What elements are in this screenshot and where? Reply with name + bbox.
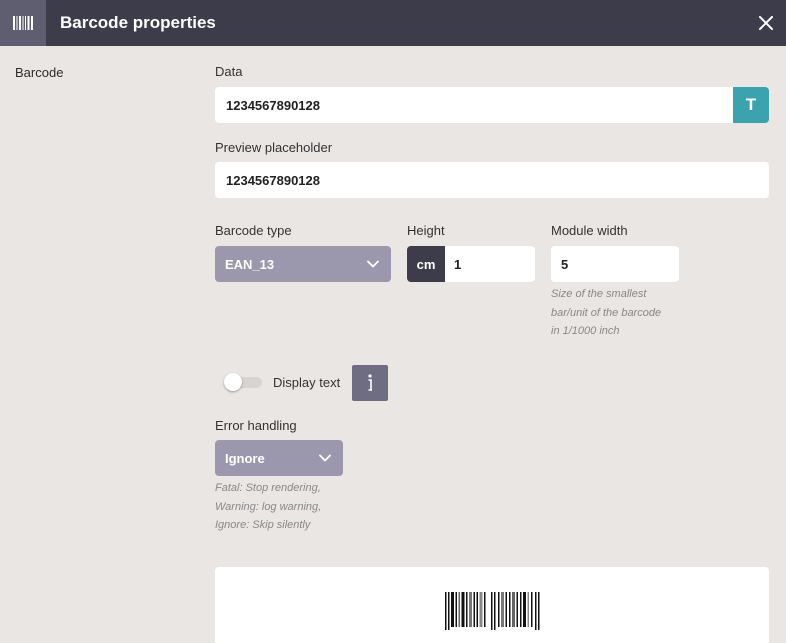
info-icon[interactable]	[352, 365, 388, 401]
barcode-icon	[0, 0, 46, 46]
insert-text-button[interactable]: T	[733, 87, 769, 123]
barcode-preview	[215, 567, 769, 643]
barcode-type-value: EAN_13	[225, 256, 275, 272]
display-text-toggle[interactable]	[224, 373, 262, 391]
module-width-hint: Size of the smallest bar/unit of the bar…	[551, 288, 662, 337]
chevron-down-icon	[367, 260, 379, 268]
module-width-label: Module width	[551, 223, 628, 238]
dialog-header: Barcode properties	[0, 0, 786, 46]
close-icon[interactable]	[754, 11, 778, 35]
section-label-barcode: Barcode	[15, 65, 64, 80]
error-handling-hint: Fatal: Stop rendering, Warning: log warn…	[215, 482, 322, 531]
height-input[interactable]: 1	[445, 246, 535, 282]
height-unit-button[interactable]: cm	[407, 246, 445, 282]
dialog-title: Barcode properties	[60, 13, 216, 32]
height-label: Height	[407, 223, 445, 238]
error-handling-select[interactable]: Ignore	[215, 440, 343, 476]
preview-placeholder-input[interactable]: 1234567890128	[215, 162, 769, 198]
error-handling-value: Ignore	[225, 450, 265, 466]
error-handling-label: Error handling	[215, 418, 297, 433]
module-width-input[interactable]: 5	[551, 246, 679, 282]
display-text-label: Display text	[273, 375, 341, 390]
barcode-preview-image	[445, 592, 540, 630]
data-input[interactable]: 1234567890128	[215, 87, 733, 123]
barcode-type-label: Barcode type	[215, 223, 292, 238]
chevron-down-icon	[319, 454, 331, 462]
preview-placeholder-label: Preview placeholder	[215, 140, 333, 155]
data-label: Data	[215, 64, 243, 79]
barcode-type-select[interactable]: EAN_13	[215, 246, 391, 282]
